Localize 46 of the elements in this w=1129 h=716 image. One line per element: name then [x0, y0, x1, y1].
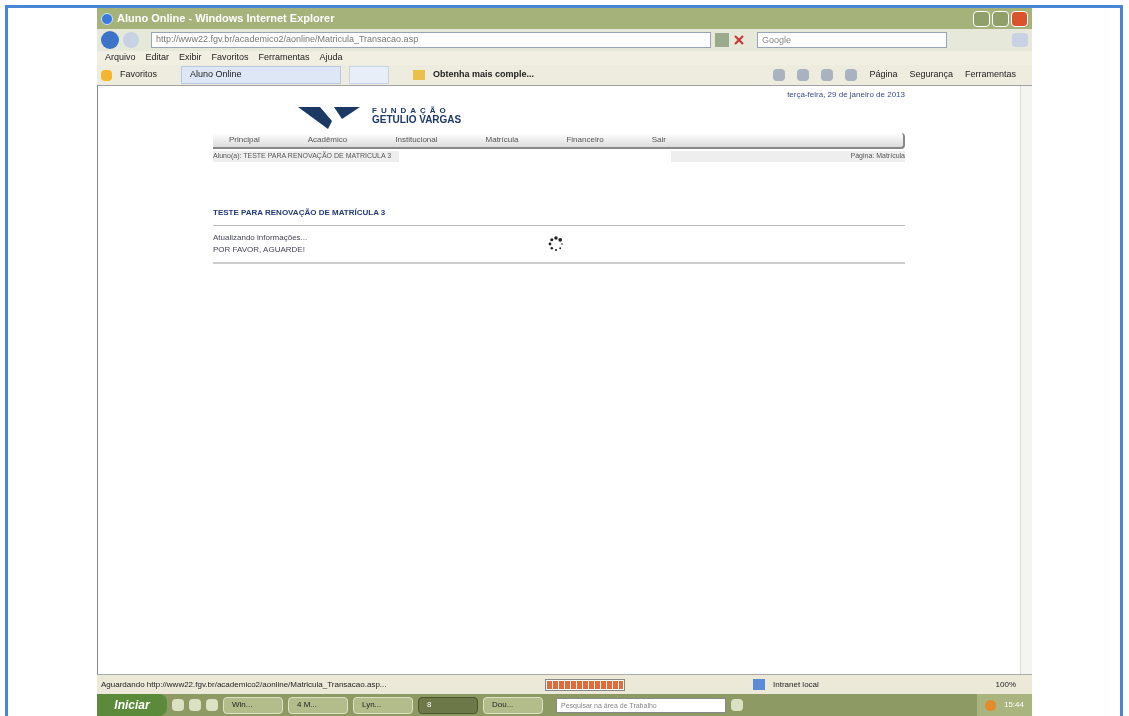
- minimize-button[interactable]: [973, 10, 990, 27]
- favorites-button[interactable]: Favoritos: [120, 68, 157, 82]
- logo-text: FUNDAÇÃO: [372, 107, 451, 115]
- menu-item[interactable]: Ferramentas: [258, 51, 310, 65]
- start-button[interactable]: Iniciar: [97, 694, 167, 716]
- taskbar-button[interactable]: Win...: [223, 696, 283, 714]
- logo-text: GETULIO VARGAS: [372, 115, 462, 125]
- nav-link[interactable]: Sair: [651, 134, 666, 146]
- date-text: terça-feira, 29 de janeiro de 2013: [787, 89, 905, 101]
- window-title: Aluno Online - Windows Internet Explorer: [117, 11, 335, 27]
- taskbar-button[interactable]: 8: [418, 696, 478, 714]
- section-heading: TESTE PARA RENOVAÇÃO DE MATRÍCULA 3: [213, 206, 905, 226]
- address-field[interactable]: http://www22.fgv.br/academico2/aonline/Matricula_Transacao.asp: [151, 32, 711, 48]
- status-message: Atualizando informações...: [213, 231, 309, 244]
- taskbar-button[interactable]: 4 M...: [288, 696, 348, 714]
- zoom-button[interactable]: 100%: [995, 678, 1028, 691]
- nav-link[interactable]: Principal: [229, 134, 260, 146]
- new-tab-button[interactable]: [349, 66, 389, 84]
- search-field[interactable]: Google: [757, 32, 947, 48]
- favorite-link[interactable]: Obtenha mais comple...: [433, 68, 535, 82]
- menu-item[interactable]: Favoritos: [211, 51, 249, 65]
- status-text: Aguardando http://www22.fgv.br/academico2/aonline/Matricula_Transacao.asp...: [101, 678, 388, 691]
- maximize-button[interactable]: [992, 10, 1009, 27]
- scrollbar[interactable]: [1020, 86, 1032, 674]
- menu-item[interactable]: Editar: [145, 51, 170, 65]
- nav-link[interactable]: Institucional: [395, 134, 438, 146]
- toolbar-menu[interactable]: Segurança: [909, 68, 953, 82]
- toolbar-menu[interactable]: Página: [869, 68, 898, 82]
- nav-link[interactable]: Financeiro: [566, 134, 604, 146]
- back-button[interactable]: [101, 31, 119, 49]
- status-message: POR FAVOR, AGUARDE!: [213, 243, 306, 256]
- taskbar-button[interactable]: Dou...: [483, 696, 543, 714]
- menu-item[interactable]: Arquivo: [105, 51, 136, 65]
- menu-item[interactable]: Exibir: [179, 51, 202, 65]
- close-button[interactable]: [1011, 10, 1028, 27]
- menu-item[interactable]: Ajuda: [319, 51, 343, 65]
- toolbar-menu[interactable]: Ferramentas: [964, 68, 1016, 82]
- nav-link[interactable]: Acadêmico: [307, 134, 348, 146]
- nav-link[interactable]: Matrícula: [485, 134, 519, 146]
- forward-button[interactable]: [123, 32, 139, 48]
- browser-tab[interactable]: Aluno Online: [181, 66, 341, 84]
- stop-icon[interactable]: [733, 34, 745, 46]
- clock-text: 15:44: [1003, 699, 1024, 711]
- loading-spinner-icon: [548, 235, 564, 252]
- taskbar-button[interactable]: Lyn...: [353, 696, 413, 714]
- zone-text: Intranet local: [773, 678, 819, 691]
